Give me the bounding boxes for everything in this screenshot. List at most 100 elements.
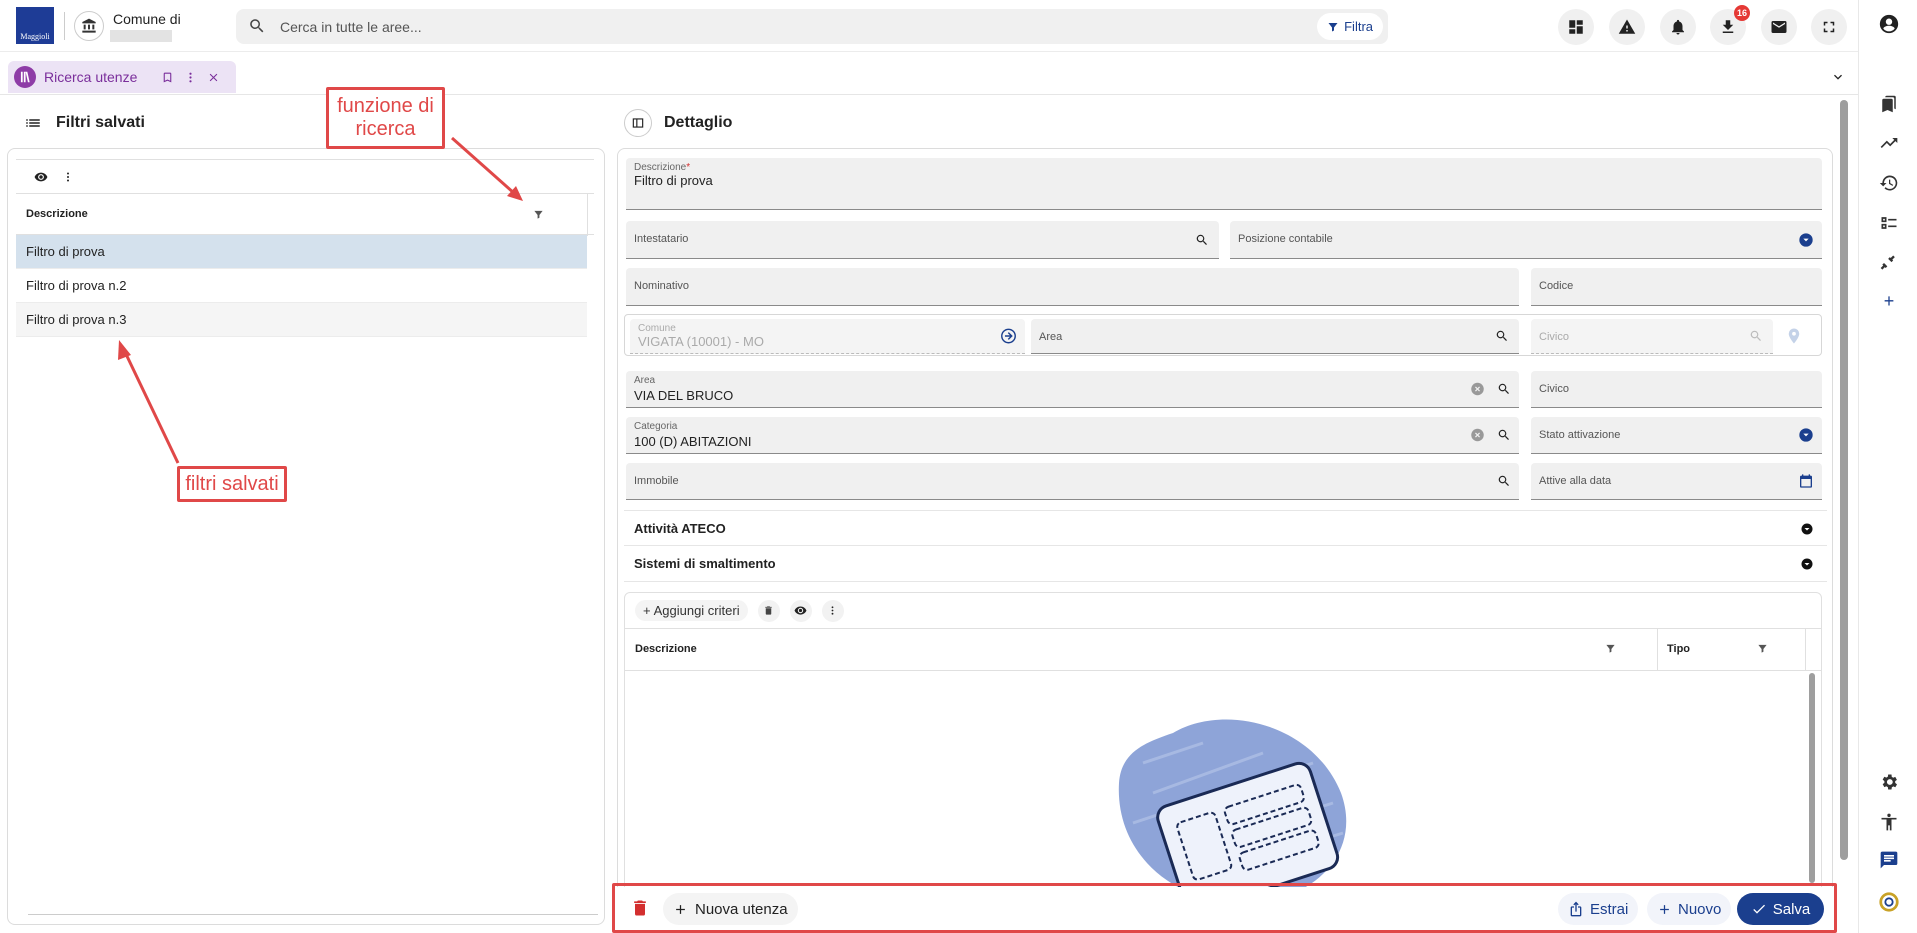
annotation-filtri-salvati: filtri salvati (177, 466, 287, 502)
search-icon[interactable] (1495, 329, 1509, 343)
more-vert-icon[interactable] (62, 171, 74, 183)
comune-field: Comune VIGATA (10001) - MO (630, 319, 1025, 354)
fullscreen-icon[interactable] (1811, 9, 1847, 45)
field-label: Stato attivazione (1539, 429, 1621, 441)
row-label: Filtro di prova n.3 (26, 312, 127, 327)
attive-alla-data-field[interactable]: Attive alla data (1531, 463, 1822, 500)
column-tipo[interactable]: Tipo (1667, 643, 1690, 655)
chevron-down-icon[interactable] (1801, 523, 1813, 535)
checklist-icon[interactable] (1877, 211, 1901, 235)
tab-ricerca-utenze[interactable]: Ricerca utenze (8, 61, 236, 93)
add-criteria-button[interactable]: + Aggiungi criteri (635, 600, 748, 621)
more-vert-icon[interactable] (184, 71, 197, 84)
scrollbar[interactable] (1840, 100, 1848, 860)
more-vert-icon[interactable] (821, 599, 844, 622)
chevron-down-icon[interactable] (1798, 232, 1814, 248)
add-criteria-label: Aggiungi criteri (653, 603, 740, 618)
building-icon[interactable] (74, 11, 104, 41)
area-street-field[interactable]: Area VIA DEL BRUCO (626, 371, 1519, 408)
bookmark-icon[interactable] (161, 71, 174, 84)
calendar-icon[interactable] (1798, 473, 1814, 489)
dettaglio-title: Dettaglio (664, 114, 733, 131)
chevron-down-icon[interactable] (1830, 69, 1846, 85)
clear-icon[interactable] (1470, 382, 1485, 397)
visibility-icon[interactable] (789, 599, 812, 622)
filtri-salvati-title: Filtri salvati (56, 114, 145, 131)
arrow-circle-icon[interactable] (1000, 328, 1017, 345)
plugin-icon[interactable] (1877, 251, 1901, 275)
area-field[interactable]: Area (1031, 319, 1519, 354)
intestatario-field[interactable]: Intestatario (626, 221, 1219, 259)
civico-field-disabled: Civico (1531, 319, 1773, 354)
filtra-button[interactable]: Filtra (1317, 13, 1383, 40)
categoria-field[interactable]: Categoria 100 (D) ABITAZIONI (626, 417, 1519, 454)
annotation-footer-box (612, 883, 1837, 933)
table-header: Descrizione (16, 193, 594, 236)
accordion-smaltimento[interactable]: Sistemi di smaltimento (624, 546, 1827, 582)
accordion-ateco[interactable]: Attività ATECO (624, 510, 1827, 546)
history-icon[interactable] (1877, 171, 1901, 195)
mail-icon[interactable] (1761, 9, 1797, 45)
list-toolbar (16, 159, 594, 193)
chevron-down-icon[interactable] (1801, 558, 1813, 570)
field-label: Codice (1539, 280, 1574, 292)
stato-attivazione-select[interactable]: Stato attivazione (1531, 417, 1822, 454)
field-label: Attive alla data (1539, 475, 1612, 487)
table-row[interactable]: Filtro di prova n.3 (16, 303, 587, 337)
search-input[interactable] (280, 9, 1280, 44)
posizione-contabile-select[interactable]: Posizione contabile (1230, 221, 1822, 259)
search-icon[interactable] (1195, 233, 1209, 247)
codice-field[interactable]: Codice (1531, 268, 1822, 306)
top-bar: Maggioli Comune di Filtra 16 (0, 0, 1858, 52)
notifications-icon[interactable] (1660, 9, 1696, 45)
immobile-field[interactable]: Immobile (626, 463, 1519, 500)
civico-field[interactable]: Civico (1531, 371, 1822, 408)
accordion-label: Attività ATECO (634, 520, 726, 536)
settings-icon[interactable] (1877, 770, 1901, 794)
close-icon[interactable] (207, 71, 220, 84)
column-descrizione[interactable]: Descrizione (26, 208, 88, 220)
chat-icon[interactable] (1877, 848, 1901, 872)
search-icon (1749, 329, 1763, 343)
search-icon[interactable] (1497, 428, 1511, 442)
column-descrizione[interactable]: Descrizione (635, 643, 697, 655)
dashboard-icon[interactable] (1558, 9, 1594, 45)
delete-icon[interactable] (757, 599, 780, 622)
field-value: VIGATA (10001) - MO (638, 334, 764, 349)
account-icon[interactable] (1877, 12, 1901, 36)
field-label: Nominativo (634, 280, 690, 292)
warning-icon[interactable] (1609, 9, 1645, 45)
support-icon[interactable] (1877, 890, 1901, 914)
side-panel-icon[interactable] (624, 109, 652, 137)
add-icon[interactable]: + (1877, 289, 1901, 313)
search-icon[interactable] (1497, 382, 1511, 396)
column-filter-icon[interactable] (1757, 643, 1768, 654)
criteria-toolbar: + Aggiungi criteri (625, 593, 1821, 629)
field-label: Area (1039, 331, 1063, 343)
trending-icon[interactable] (1877, 131, 1901, 155)
visibility-icon[interactable] (34, 170, 48, 184)
column-filter-icon[interactable] (1605, 643, 1616, 654)
clear-icon[interactable] (1470, 428, 1485, 443)
bookmarks-icon[interactable] (1877, 92, 1901, 116)
divider (64, 12, 65, 40)
row-label: Filtro di prova (26, 244, 105, 259)
accessibility-icon[interactable] (1877, 810, 1901, 834)
comune-name-redacted (110, 30, 172, 42)
column-filter-icon[interactable] (533, 209, 544, 220)
criteria-header: Descrizione Tipo (625, 629, 1821, 671)
table-row[interactable]: Filtro di prova n.2 (16, 269, 587, 303)
nominativo-field[interactable]: Nominativo (626, 268, 1519, 306)
annotation-text: ricerca (355, 118, 416, 140)
maggioli-logo[interactable]: Maggioli (16, 7, 54, 44)
list-icon[interactable] (24, 114, 42, 132)
search-icon[interactable] (1497, 474, 1511, 488)
download-count-badge: 16 (1734, 5, 1751, 21)
global-search: Filtra (236, 9, 1388, 44)
chevron-down-icon[interactable] (1798, 427, 1814, 443)
scrollbar[interactable] (1809, 673, 1815, 883)
descrizione-field[interactable]: Descrizione* Filtro di prova (626, 158, 1822, 210)
field-label: Immobile (634, 475, 679, 487)
field-label: Civico (1539, 331, 1569, 343)
table-row[interactable]: Filtro di prova (16, 235, 587, 269)
